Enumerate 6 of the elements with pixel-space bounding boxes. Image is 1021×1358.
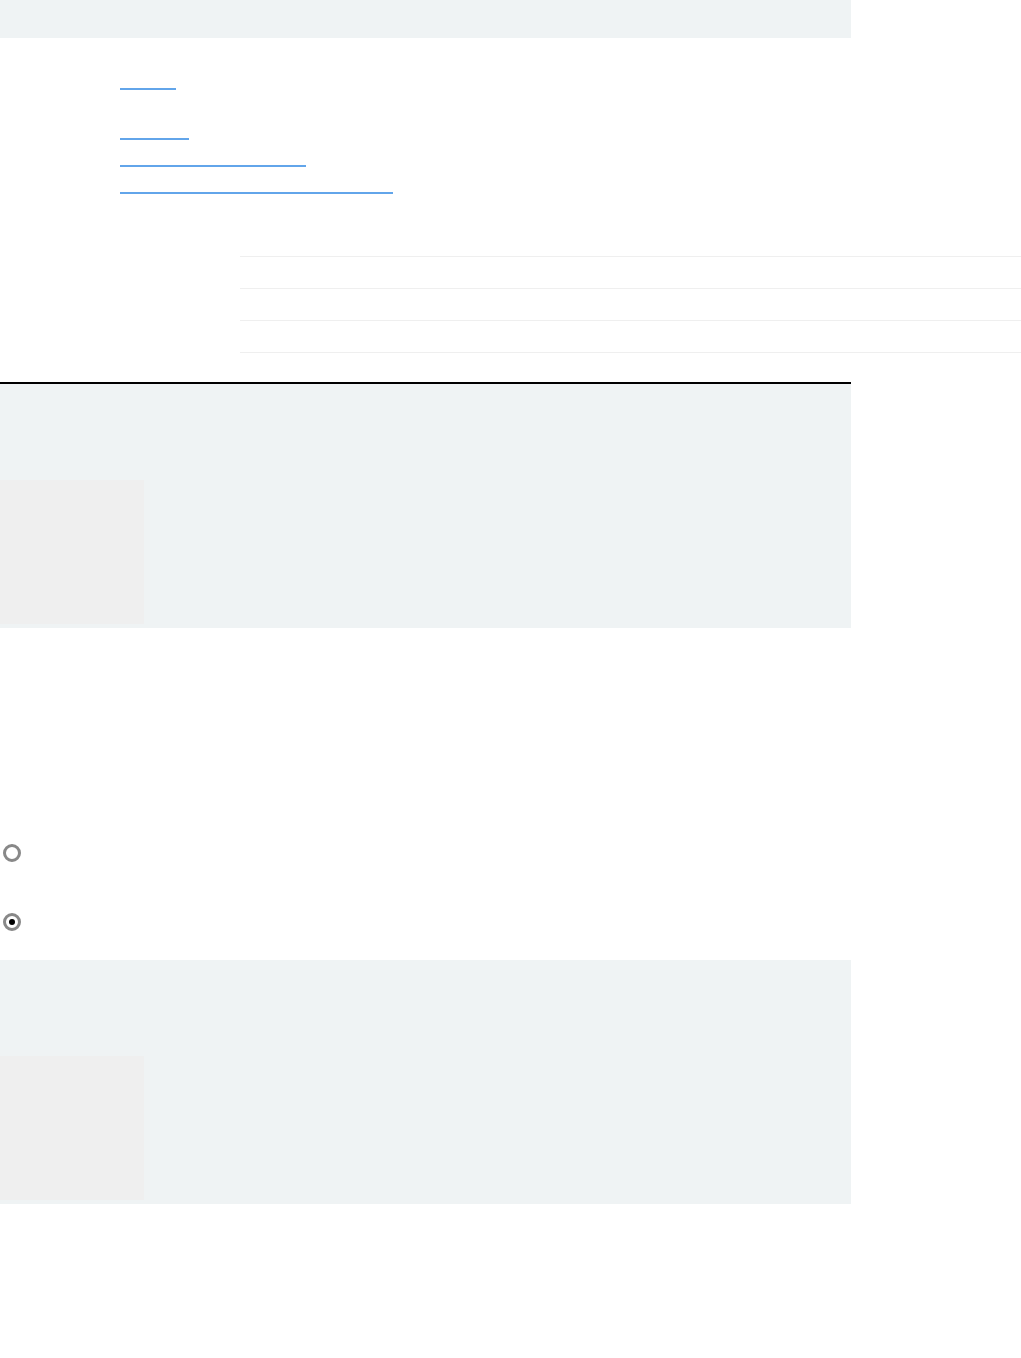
radio-button[interactable] (3, 844, 21, 862)
link-underline[interactable] (120, 165, 306, 167)
radio-button[interactable] (3, 913, 21, 931)
link-underline[interactable] (120, 192, 393, 194)
link-underline[interactable] (120, 88, 176, 90)
link-underline[interactable] (120, 138, 189, 140)
